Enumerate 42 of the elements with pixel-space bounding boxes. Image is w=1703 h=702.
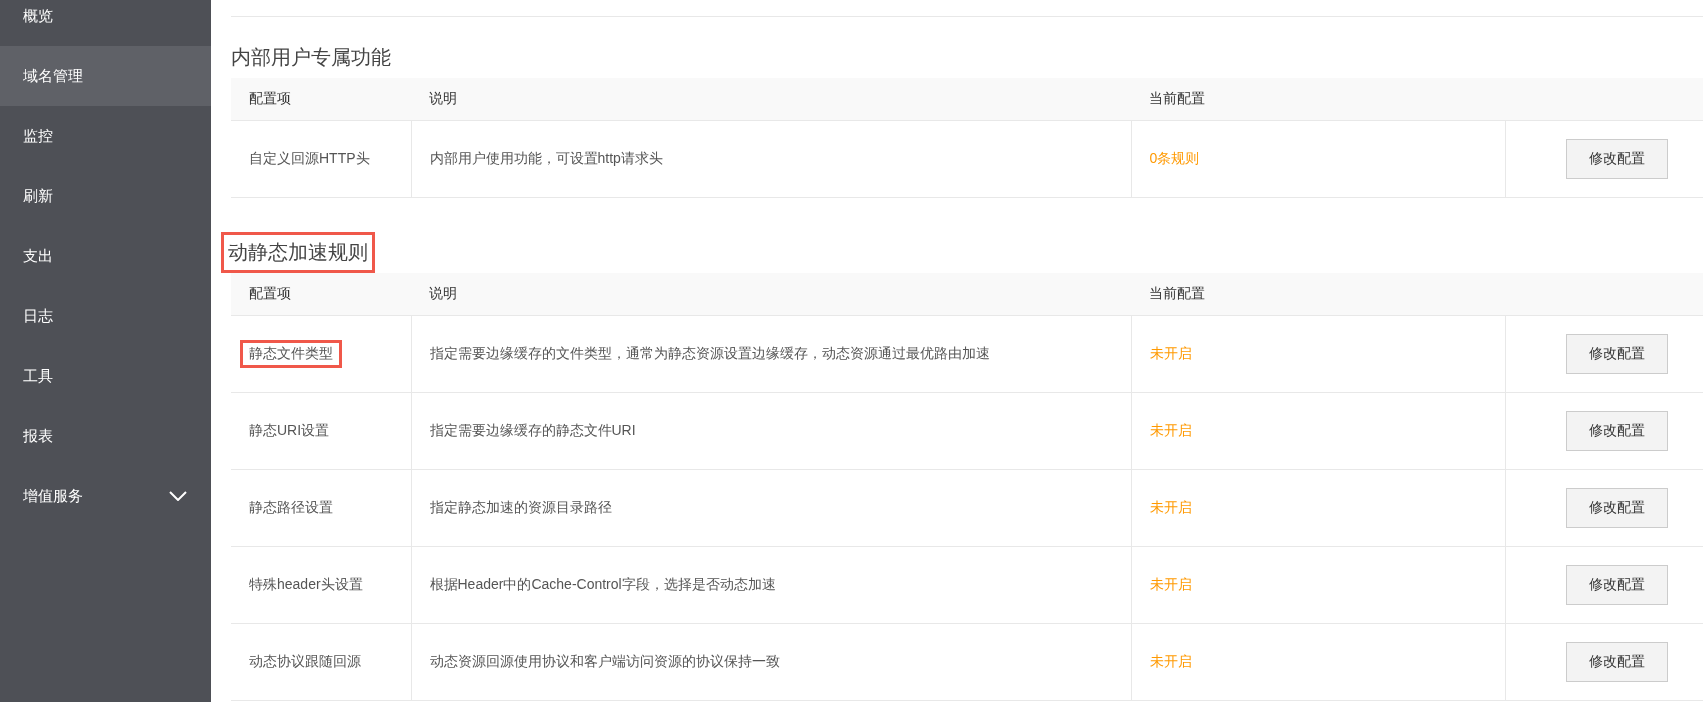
sidebar-item[interactable]: 域名管理 [0,46,211,106]
edit-config-button[interactable]: 修改配置 [1566,642,1669,682]
sidebar-item[interactable]: 报表 [0,406,211,466]
sidebar-item[interactable]: 增值服务 [0,466,211,526]
sidebar-item[interactable]: 支出 [0,226,211,286]
config-item-name: 静态路径设置 [248,498,334,517]
sidebar-item[interactable]: 概览 [0,0,211,46]
section-title: 动静态加速规则 [221,232,375,273]
sidebar-item[interactable]: 刷新 [0,166,211,226]
section-title: 内部用户专属功能 [230,45,392,70]
sidebar-item[interactable]: 日志 [0,286,211,346]
current-config-status: 0条规则 [1149,150,1200,166]
current-config-status: 未开启 [1149,345,1192,361]
column-header: 配置项 [249,90,291,106]
config-item-name: 静态URI设置 [248,421,331,440]
edit-config-button[interactable]: 修改配置 [1566,488,1669,528]
config-item-name: 自定义回源HTTP头 [248,149,371,168]
config-item-name: 特殊header头设置 [248,575,364,594]
sidebar-item[interactable]: 监控 [0,106,211,166]
edit-config-button[interactable]: 修改配置 [1566,139,1669,179]
config-item-name: 动态协议跟随回源 [248,652,362,671]
config-description: 根据Header中的Cache-Control字段，选择是否动态加速 [429,576,776,592]
column-header: 说明 [429,90,457,106]
edit-config-button[interactable]: 修改配置 [1566,565,1669,605]
column-header: 配置项 [249,285,291,301]
config-description: 指定静态加速的资源目录路径 [429,499,612,515]
edit-config-button[interactable]: 修改配置 [1566,411,1669,451]
column-header: 当前配置 [1149,90,1205,106]
config-item-name: 静态文件类型 [240,340,342,368]
column-header: 说明 [429,285,457,301]
sidebar-item[interactable]: 工具 [0,346,211,406]
current-config-status: 未开启 [1149,576,1192,592]
current-config-status: 未开启 [1149,422,1192,438]
column-header: 当前配置 [1149,285,1205,301]
config-description: 指定需要边缘缓存的静态文件URI [429,422,636,438]
config-description: 指定需要边缘缓存的文件类型，通常为静态资源设置边缘缓存，动态资源通过最优路由加速 [429,345,990,361]
config-description: 动态资源回源使用协议和客户端访问资源的协议保持一致 [429,653,780,669]
current-config-status: 未开启 [1149,499,1192,515]
chevron-down-icon [169,491,187,501]
config-description: 内部用户使用功能，可设置http请求头 [429,150,663,166]
current-config-status: 未开启 [1149,653,1192,669]
edit-config-button[interactable]: 修改配置 [1566,334,1669,374]
